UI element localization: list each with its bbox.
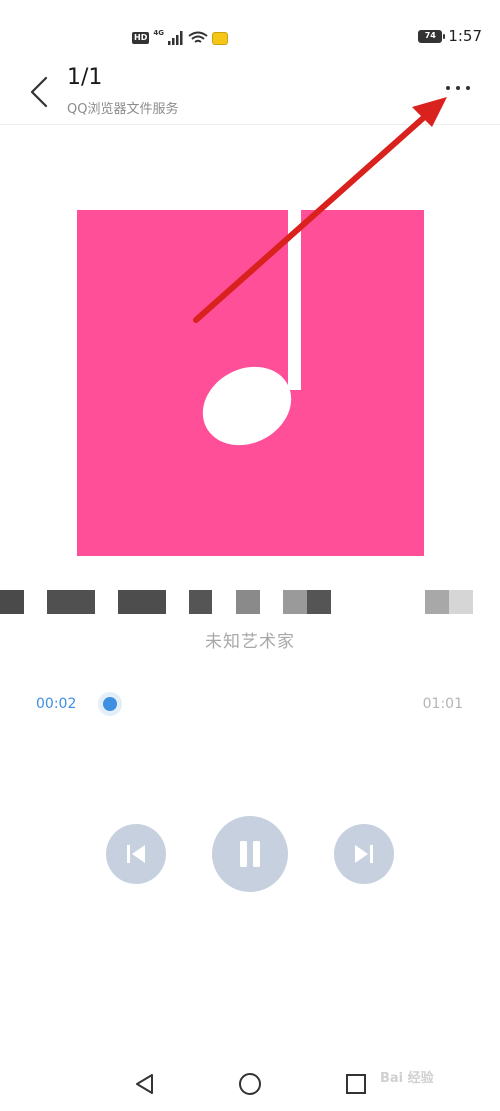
music-note-icon [202,210,301,446]
more-button[interactable] [440,74,476,102]
page-subtitle: QQ浏览器文件服务 [67,102,179,117]
progress-thumb[interactable] [103,697,117,711]
battery-icon: 74 [418,29,446,43]
progress-bar[interactable] [104,703,420,705]
total-duration: 01:01 [422,696,463,712]
previous-button[interactable] [106,824,166,884]
battery-level: 74 [419,30,442,42]
status-icons: HD 4G [132,28,228,48]
network-type: 4G [153,29,164,37]
album-art [77,210,424,556]
elapsed-time: 00:02 [36,696,77,712]
pause-icon [240,841,260,867]
wifi-icon [188,31,208,43]
artist-name: 未知艺术家 [205,632,295,652]
watermark: Bai 经验 [380,1071,434,1086]
previous-icon [127,845,145,863]
notification-icon [211,31,228,45]
signal-icon [167,31,183,45]
song-title-mosaic [0,590,500,614]
pause-button[interactable] [212,816,288,892]
hd-badge: HD [132,32,150,44]
page-title: 1/1 [67,65,103,90]
header: 1/1 QQ浏览器文件服务 [0,60,500,125]
nav-home-icon[interactable] [238,1072,262,1096]
clock: 1:57 [448,27,482,45]
nav-back-icon[interactable] [133,1072,155,1096]
next-icon [355,845,373,863]
status-right: 74 1:57 [418,27,482,45]
more-icon [446,86,450,90]
back-icon [30,76,48,108]
next-button[interactable] [334,824,394,884]
back-button[interactable] [26,74,54,110]
nav-recent-icon[interactable] [346,1074,366,1094]
